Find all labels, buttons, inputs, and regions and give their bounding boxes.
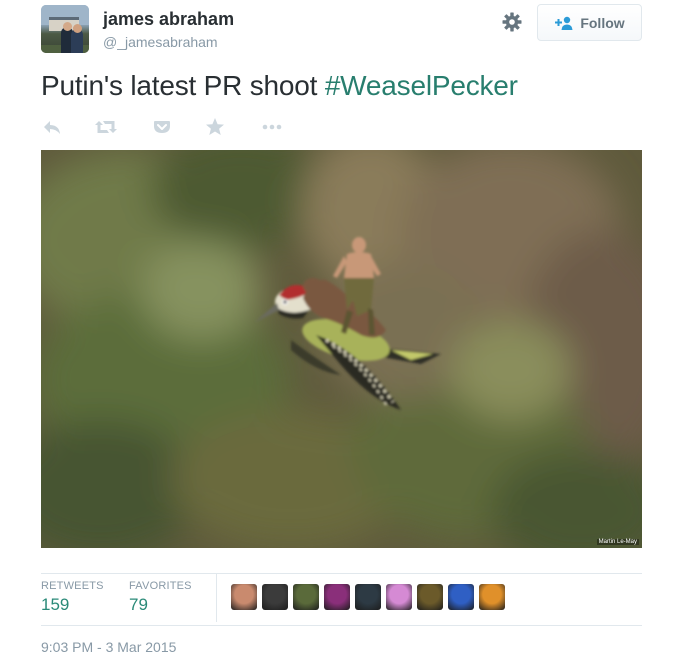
follow-button[interactable]: Follow — [537, 4, 642, 41]
favorites-label: FAVORITES — [129, 580, 192, 592]
follow-button-label: Follow — [580, 14, 625, 31]
user-name[interactable]: james abraham — [103, 9, 234, 30]
tweet-text: Putin's latest PR shoot #WeaselPecker — [41, 70, 518, 102]
reply-icon[interactable] — [41, 116, 63, 138]
tweet-timestamp[interactable]: 9:03 PM - 3 Mar 2015 — [41, 639, 176, 655]
retweets-count[interactable]: 159 — [41, 595, 69, 615]
photo-credit: Martin Le-May — [596, 539, 639, 545]
gear-icon[interactable] — [501, 11, 523, 33]
tweet-photo[interactable]: Martin Le-May — [41, 150, 642, 548]
avatar-person-head-2 — [73, 24, 82, 33]
tweet-body: Putin's latest PR shoot — [41, 70, 325, 101]
add-user-icon — [554, 15, 574, 31]
favoriter-avatar[interactable] — [479, 584, 505, 610]
photo-scene — [41, 150, 642, 548]
favoriter-avatar[interactable] — [417, 584, 443, 610]
retweets-label: RETWEETS — [41, 580, 104, 592]
stats-divider-bottom — [41, 625, 642, 626]
stats-divider-top — [41, 573, 642, 574]
more-icon[interactable] — [260, 116, 284, 138]
favoriter-avatar[interactable] — [324, 584, 350, 610]
favoriter-avatar[interactable] — [355, 584, 381, 610]
favoriter-avatar[interactable] — [262, 584, 288, 610]
pocket-icon[interactable] — [151, 116, 173, 138]
avatar-person-head — [63, 22, 72, 31]
retweet-icon[interactable] — [94, 116, 118, 138]
favoriter-avatar[interactable] — [293, 584, 319, 610]
avatar[interactable] — [41, 5, 89, 53]
favoriter-avatar[interactable] — [448, 584, 474, 610]
hashtag-link[interactable]: #WeaselPecker — [325, 70, 518, 101]
tweet-card: james abraham @_jamesabraham Follow Puti… — [0, 0, 683, 660]
favoriter-avatar[interactable] — [386, 584, 412, 610]
favoriter-avatar[interactable] — [231, 584, 257, 610]
favorite-star-icon[interactable] — [204, 116, 226, 138]
stats-separator — [216, 574, 217, 622]
user-handle[interactable]: @_jamesabraham — [103, 34, 218, 50]
favorites-count[interactable]: 79 — [129, 595, 148, 615]
